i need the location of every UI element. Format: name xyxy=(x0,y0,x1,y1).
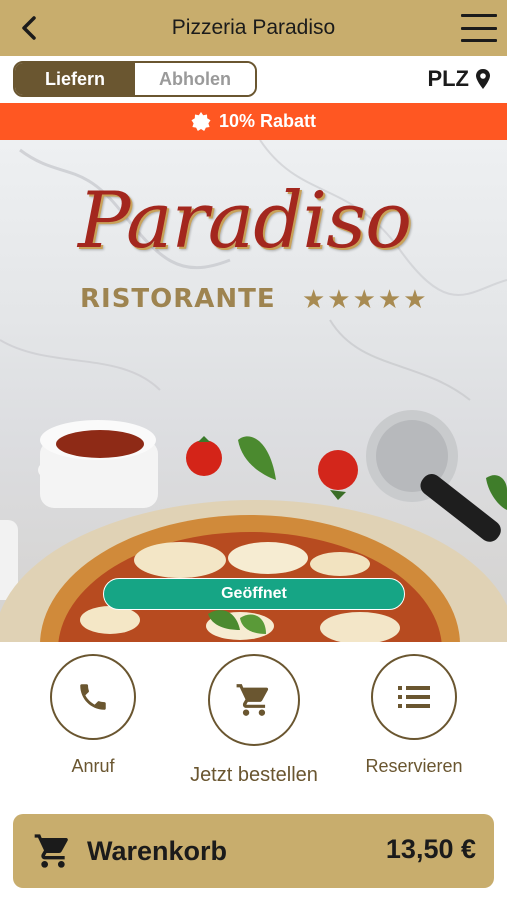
promo-banner[interactable]: 10% Rabatt xyxy=(0,103,507,140)
rating-stars: ★★★★★ xyxy=(302,284,429,314)
menu-line xyxy=(461,26,497,30)
cart-icon xyxy=(236,684,269,716)
call-button[interactable] xyxy=(50,654,136,740)
plz-button[interactable]: PLZ xyxy=(427,66,491,92)
plz-label: PLZ xyxy=(427,66,469,91)
action-label: Jetzt bestellen xyxy=(190,764,318,786)
promo-text: 10% Rabatt xyxy=(218,111,317,131)
action-order[interactable]: Jetzt bestellen xyxy=(189,654,319,787)
badge-icon xyxy=(191,111,211,131)
menu-line xyxy=(461,14,497,17)
action-label: Reservieren xyxy=(365,756,463,776)
order-button[interactable] xyxy=(208,654,300,746)
hamburger-menu-button[interactable] xyxy=(461,14,497,42)
cart-icon xyxy=(34,834,68,868)
delivery-mode-toggle: Liefern Abholen xyxy=(13,61,257,97)
page-title: Pizzeria Paradiso xyxy=(171,16,336,39)
action-label: Anruf xyxy=(71,756,115,776)
list-icon xyxy=(398,686,430,708)
top-app-bar: Pizzeria Paradiso xyxy=(0,0,507,56)
back-button[interactable] xyxy=(14,12,44,44)
toggle-abholen[interactable]: Abholen xyxy=(135,63,255,95)
phone-icon xyxy=(80,684,106,710)
toggle-liefern[interactable]: Liefern xyxy=(15,63,135,95)
status-badge[interactable]: Geöffnet xyxy=(103,578,405,610)
logo-subtitle: RISTORANTE xyxy=(80,284,276,314)
delivery-bar: Liefern Abholen PLZ xyxy=(0,56,507,103)
cart-total: 13,50 € xyxy=(385,834,476,864)
logo-title: Paradiso xyxy=(78,176,412,266)
reserve-button[interactable] xyxy=(371,654,457,740)
quick-actions: Anruf Jetzt bestellen Reservieren xyxy=(0,642,507,802)
chevron-left-icon xyxy=(22,16,36,40)
cart-label: Warenkorb xyxy=(87,835,228,866)
cart-bar[interactable]: Warenkorb 13,50 € xyxy=(13,814,494,888)
menu-line xyxy=(461,39,497,42)
action-call[interactable]: Anruf xyxy=(50,654,136,777)
hero-image: Paradiso RISTORANTE ★★★★★ xyxy=(0,140,507,642)
location-pin-icon xyxy=(476,69,490,89)
action-reserve[interactable]: Reservieren xyxy=(364,654,464,777)
